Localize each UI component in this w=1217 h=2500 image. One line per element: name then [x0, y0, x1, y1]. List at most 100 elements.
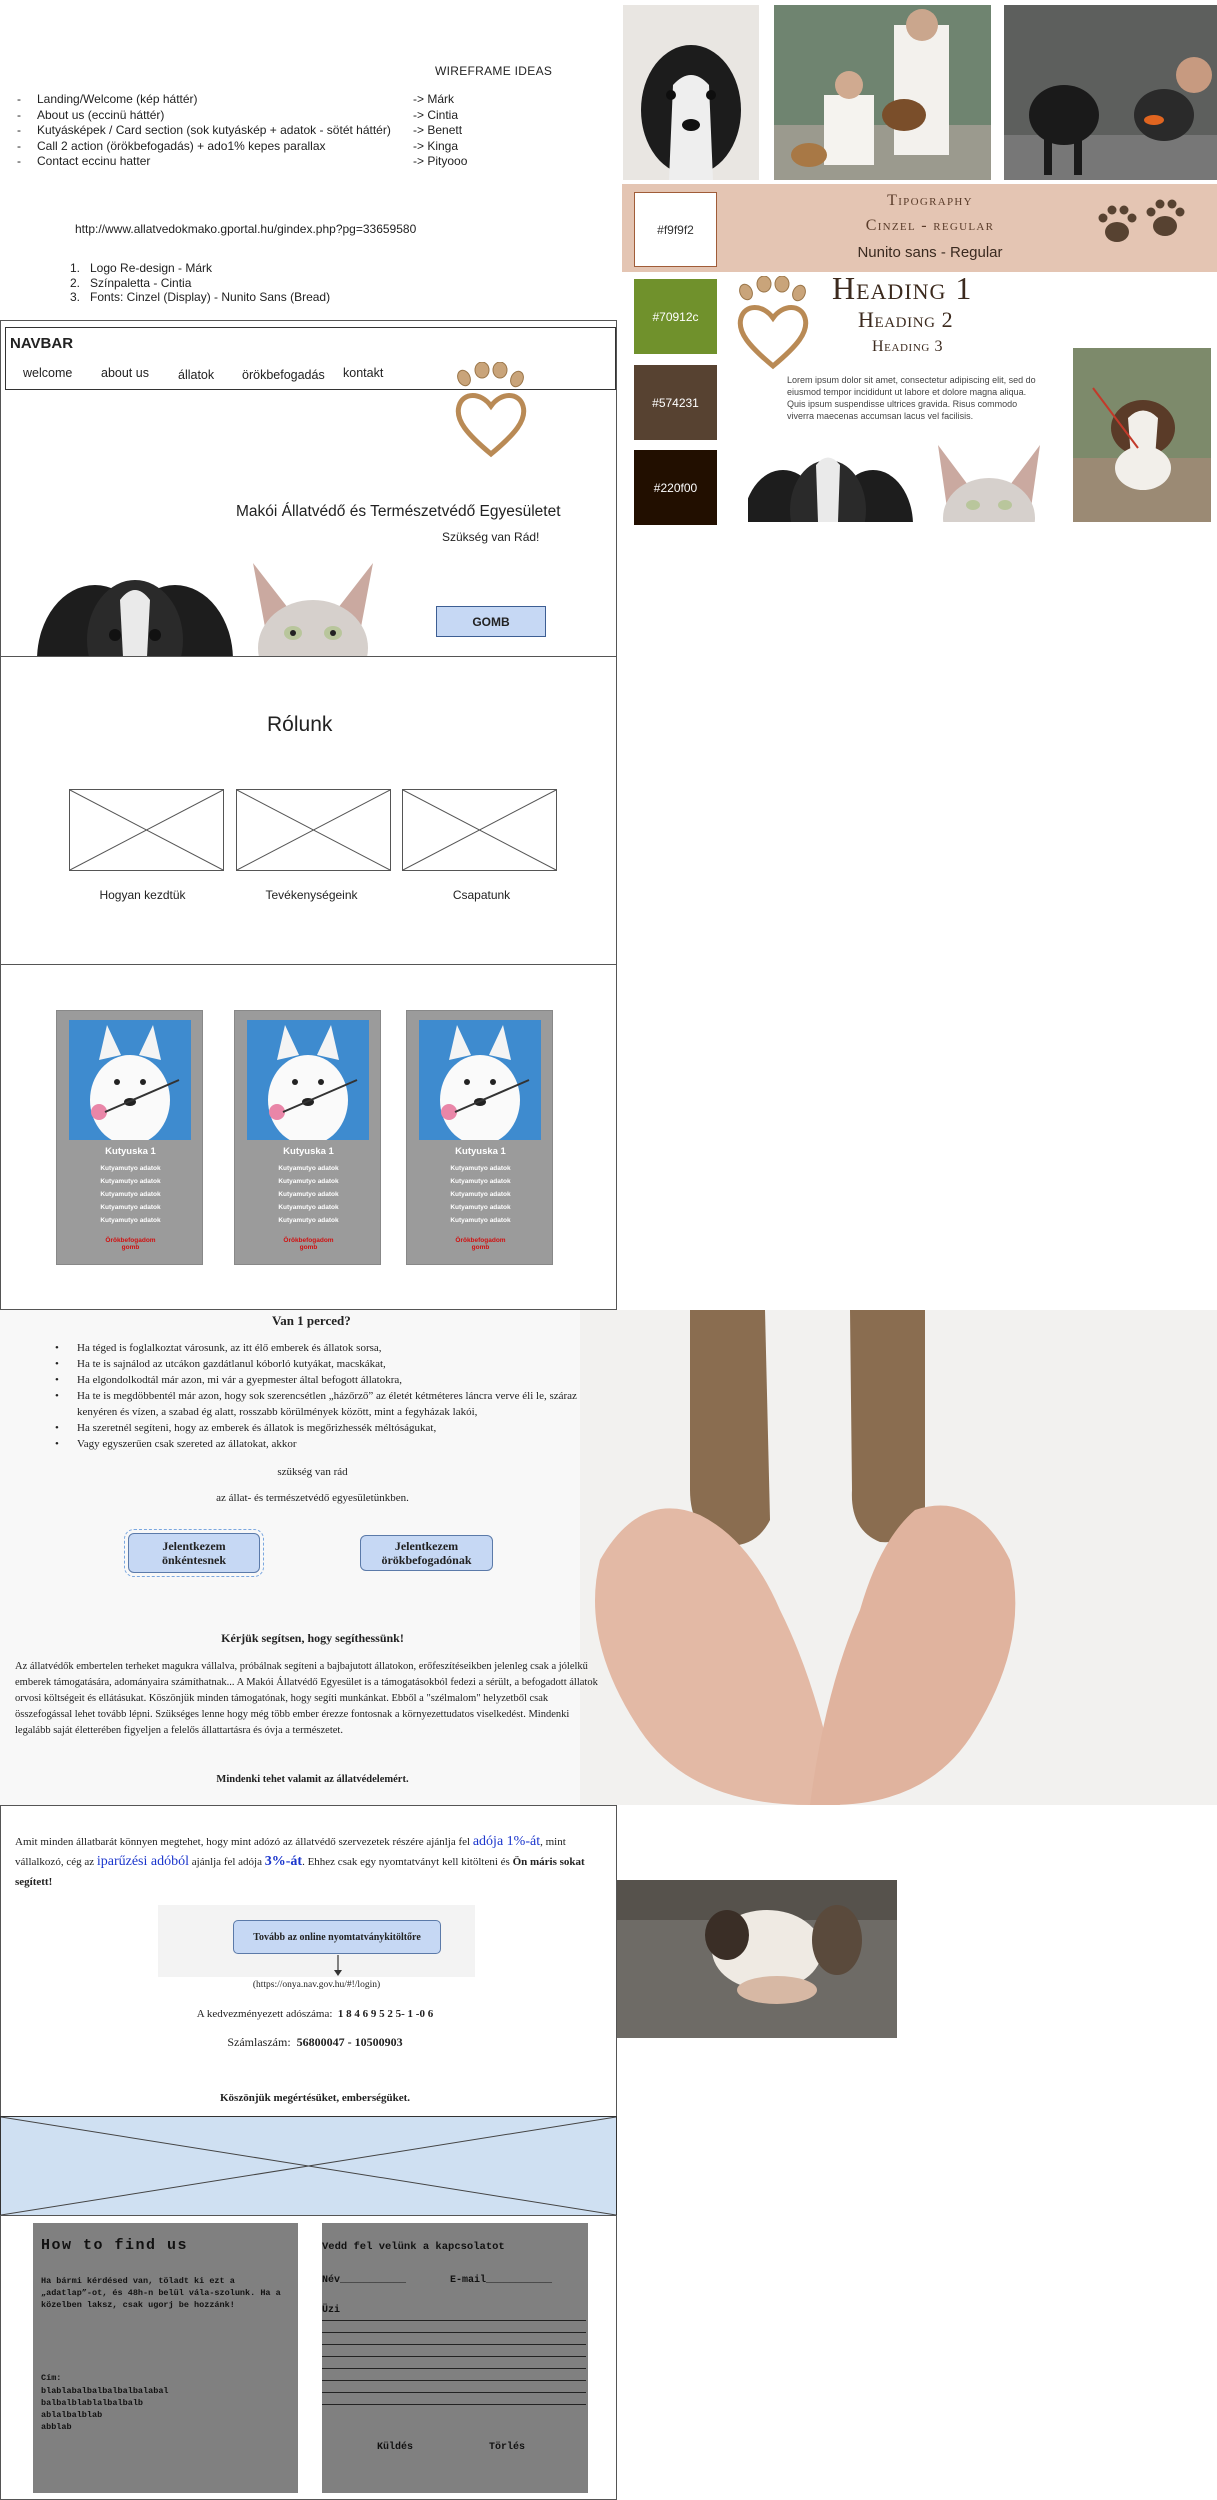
list-item: • Ha téged is foglalkoztat városunk, az i…	[55, 1342, 382, 1354]
card-line: Kutyamutyo adatok	[278, 1165, 339, 1172]
list-item: • Ha elgondolkodtál már azon, mi vár a gy…	[55, 1374, 402, 1386]
dog-card: Kutyuska 1 Kutyamutyo adatok Kutyamutyo …	[406, 1010, 553, 1265]
typography-title: Tipography	[887, 192, 973, 209]
list-item: - Contact eccinu hatter	[17, 154, 151, 168]
find-us-panel: How to find us Ha bármi kérdésed van, tö…	[33, 2223, 298, 2493]
card-line: Kutyamutyo adatok	[100, 1191, 161, 1198]
card-line: Kutyamutyo adatok	[450, 1165, 511, 1172]
about-caption: Tevékenységeink	[265, 888, 358, 902]
card-line: Kutyamutyo adatok	[450, 1178, 511, 1185]
list-item: 2. Színpaletta - Cintia	[70, 275, 192, 290]
wireframe-title: WIREFRAME IDEAS	[435, 64, 553, 78]
owner: -> Kinga	[413, 138, 459, 153]
clear-button[interactable]: Törlés	[489, 2442, 525, 2453]
puppy-bottle-photo	[617, 1880, 897, 2038]
list-item: • Ha szeretnél segíteni, hogy az emberek …	[55, 1422, 437, 1434]
adopt-button[interactable]: Örökbefogadom gomb	[447, 1237, 514, 1251]
nav-adoption[interactable]: örökbefogadás	[242, 368, 325, 382]
dog-illustration	[37, 580, 233, 657]
heading-2-sample: Heading 2	[858, 307, 954, 332]
tax-paragraph: Amit minden állatbarát könnyen megtehet,…	[15, 1834, 585, 1888]
list-item: - Landing/Welcome (kép háttér)	[17, 92, 198, 106]
image-placeholder	[236, 789, 391, 871]
nav-animals[interactable]: állatok	[178, 368, 214, 382]
owner: -> Pityooo	[413, 154, 468, 168]
cinzel-sample: Cinzel - regular	[865, 217, 995, 234]
parallax-placeholder	[0, 2116, 617, 2216]
heading-3-sample: Heading 3	[872, 338, 944, 355]
hero-button[interactable]: GOMB	[436, 606, 546, 637]
name-field[interactable]: Név___________	[322, 2275, 406, 2286]
card-line: Kutyamutyo adatok	[450, 1204, 511, 1211]
find-us-text: Ha bármi kérdésed van, töladt ki ezt a „…	[41, 2276, 281, 2310]
nav-contact[interactable]: kontakt	[343, 366, 383, 380]
dogs-walk-photo	[1004, 5, 1217, 180]
task-list: 1. Logo Re-design - Márk 2. Színpaletta - …	[70, 261, 330, 305]
image-placeholder	[402, 789, 557, 871]
card-line: Kutyamutyo adatok	[450, 1191, 511, 1198]
card-line: Kutyamutyo adatok	[278, 1204, 339, 1211]
list-item: • Vagy egyszerűen csak szereted az állato…	[55, 1438, 297, 1450]
card-line: Kutyamutyo adatok	[100, 1165, 161, 1172]
card-line: Kutyamutyo adatok	[450, 1217, 511, 1224]
contact-title: Vedd fel velünk a kapcsolatot	[322, 2241, 505, 2253]
card-line: Kutyamutyo adatok	[100, 1178, 161, 1185]
volunteers-photo	[774, 5, 991, 180]
card-name: Kutyuska 1	[283, 1146, 334, 1157]
online-form-button[interactable]: Tovább az online nyomtatványkitöltőre	[233, 1920, 441, 1954]
list-item: - About us (eccinü háttér)	[17, 107, 165, 122]
dog-photo	[419, 1020, 541, 1140]
arrow-down-icon	[334, 1955, 342, 1976]
hands-paws-image	[580, 1310, 1217, 1805]
mission-line: az állat- és természetvédő egyesületünkb…	[216, 1492, 409, 1504]
dog-photo	[247, 1020, 369, 1140]
cat-illustration	[253, 563, 373, 657]
dog-card: Kutyuska 1 Kutyamutyo adatok Kutyamutyo …	[234, 1010, 381, 1265]
send-button[interactable]: Küldés	[377, 2442, 413, 2453]
paw-heart-logo	[737, 276, 809, 370]
list-item: 1. Logo Re-design - Márk	[70, 261, 213, 275]
adopt-button[interactable]: Örökbefogadom gomb	[97, 1237, 164, 1251]
dog-portrait-photo	[623, 5, 759, 180]
card-name: Kutyuska 1	[105, 1146, 156, 1157]
adopter-button[interactable]: Jelentkezem örökbefogadónak	[360, 1535, 493, 1571]
paw-heart-logo	[455, 362, 527, 458]
list-item: - Kutyásképek / Card section (sok kutyásk…	[17, 123, 391, 137]
image-placeholder	[69, 789, 224, 871]
account-number: Számlaszám: 56800047 - 10500903	[227, 2035, 403, 2049]
heading-1-sample: Heading 1	[832, 270, 973, 306]
help-title: Kérjük segítsen, hogy segíthessünk!	[221, 1631, 404, 1645]
mission-line: szükség van rád	[277, 1466, 348, 1478]
volunteer-button[interactable]: Jelentkezem önkéntesnek	[124, 1529, 264, 1577]
message-field[interactable]	[322, 2309, 586, 2409]
online-url[interactable]: (https://onya.nav.gov.hu/#!/login)	[158, 1980, 475, 1990]
puppy-photo	[1073, 348, 1211, 522]
card-line: Kutyamutyo adatok	[278, 1191, 339, 1198]
color-swatch-brown: #574231	[634, 365, 717, 440]
nav-about[interactable]: about us	[101, 366, 149, 380]
color-swatch-green: #70912c	[634, 279, 717, 354]
list-item: • Ha te is megdöbbentél már azon, hogy so…	[55, 1390, 577, 1418]
about-caption: Csapatunk	[452, 888, 511, 902]
card-line: Kutyamutyo adatok	[278, 1178, 339, 1185]
address: blablabalbalbalbalbalabal balbalblablalba…	[41, 2386, 169, 2432]
hero-subtitle: Szükség van Rád!	[442, 530, 540, 544]
email-field[interactable]: E-mail___________	[450, 2275, 552, 2286]
thanks-text: Köszönjük megértésüket, emberségüket.	[219, 2092, 411, 2104]
list-item: - Call 2 action (örökbefogadás) + ado1% k…	[17, 138, 326, 153]
adopt-button[interactable]: Örökbefogadom gomb	[275, 1237, 342, 1251]
tax-id: A kedvezményezett adószáma: 1 8 4 6 9 5 …	[196, 2008, 434, 2020]
card-line: Kutyamutyo adatok	[100, 1217, 161, 1224]
color-swatch-dark: #220f00	[634, 450, 717, 525]
card-line: Kutyamutyo adatok	[278, 1217, 339, 1224]
card-name: Kutyuska 1	[455, 1146, 506, 1157]
nav-welcome[interactable]: welcome	[23, 366, 72, 380]
reference-link[interactable]: http://www.allatvedokmako.gportal.hu/gin…	[75, 222, 416, 236]
mission-bullets: • Ha téged is foglalkoztat városunk, az i…	[55, 1340, 610, 1452]
find-us-title: How to find us	[41, 2237, 189, 2254]
hero-title: Makói Állatvédő és Természetvédő Egyesül…	[236, 503, 561, 520]
card-line: Kutyamutyo adatok	[100, 1204, 161, 1211]
list-item: • Ha te is sajnálod az utcákon gazdátlanu…	[55, 1358, 386, 1370]
list-item: 3. Fonts: Cinzel (Display) - Nunito Sans …	[70, 290, 331, 304]
body-text-sample: Lorem ipsum dolor sit amet, consectetur …	[787, 375, 1036, 421]
